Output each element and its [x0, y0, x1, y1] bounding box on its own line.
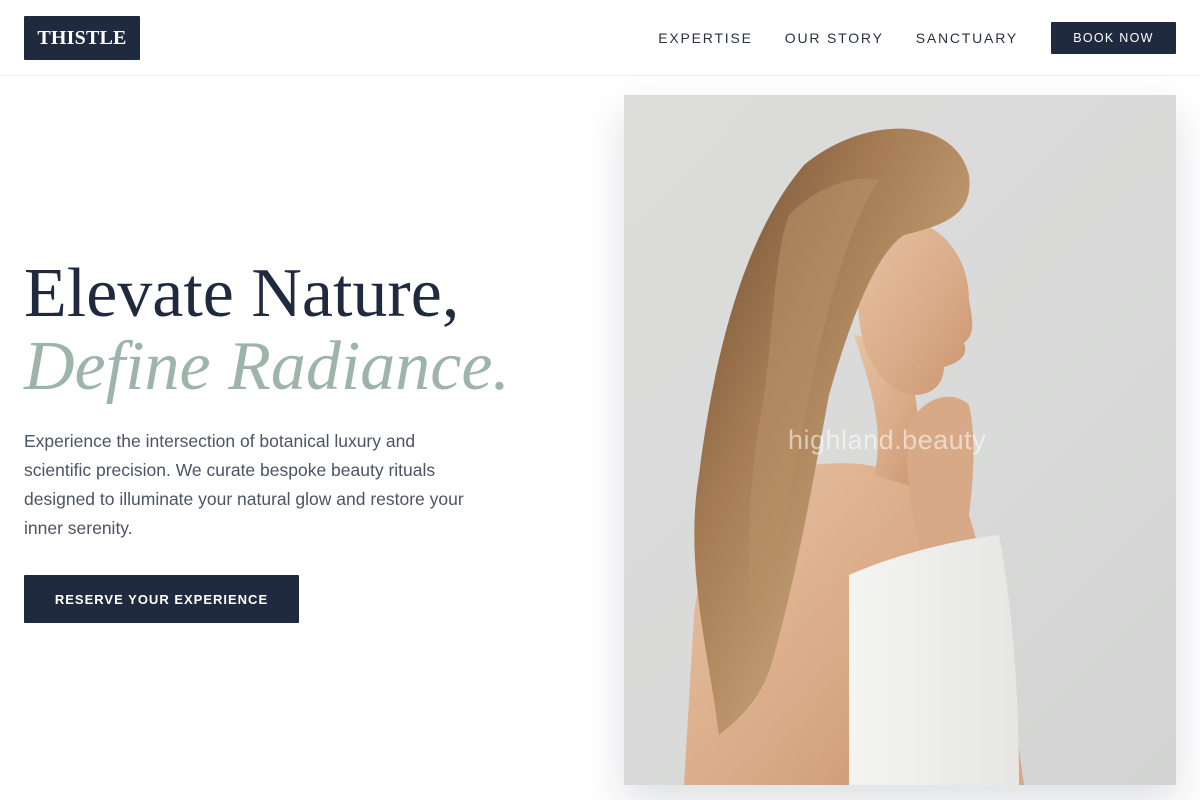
image-watermark: highland.beauty: [788, 425, 987, 455]
hero-image: highland.beauty: [624, 95, 1176, 785]
hero-headline-line-1: Elevate Nature,: [24, 255, 460, 332]
site-header: THISTLE EXPERTISE OUR STORY SANCTUARY BO…: [0, 0, 1200, 76]
nav-link-sanctuary[interactable]: SANCTUARY: [916, 30, 1018, 46]
nav-link-our-story[interactable]: OUR STORY: [785, 30, 884, 46]
main-nav: EXPERTISE OUR STORY SANCTUARY BOOK NOW: [658, 0, 1176, 76]
hero-content: Elevate Nature, Define Radiance. Experie…: [24, 256, 584, 623]
logo[interactable]: THISTLE: [24, 16, 140, 60]
reserve-experience-button[interactable]: RESERVE YOUR EXPERIENCE: [24, 575, 299, 623]
nav-link-expertise[interactable]: EXPERTISE: [658, 30, 753, 46]
hero-headline-line-2: Define Radiance.: [24, 328, 510, 405]
hero-intro-text: Experience the intersection of botanical…: [24, 431, 464, 538]
book-now-button[interactable]: BOOK NOW: [1051, 22, 1176, 54]
